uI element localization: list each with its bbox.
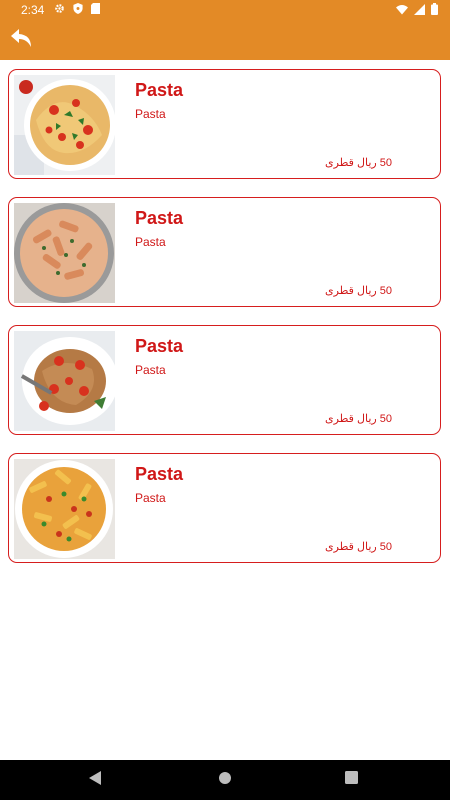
sd-card-icon [91,3,100,17]
product-title: Pasta [135,208,184,228]
product-subtitle: Pasta [135,363,166,377]
wifi-icon [396,4,408,18]
product-card[interactable]: Pasta Pasta 50 ريال قطرى [8,325,441,435]
product-price: 50 ريال قطرى [324,541,392,553]
signal-icon [414,3,425,18]
nav-home-button[interactable] [215,770,235,790]
product-card[interactable]: Pasta Pasta 50 ريال قطرى [8,197,441,307]
back-button[interactable] [8,26,36,54]
status-bar: 2:34 [0,0,450,20]
product-list: Pasta Pasta 50 ريال قطرى Pasta Pasta 50 … [8,69,441,581]
system-nav-bar [0,760,450,800]
battery-icon [431,3,438,18]
nav-back-button[interactable] [86,770,106,790]
product-title: Pasta [135,80,184,100]
nav-recents-button[interactable] [341,770,361,790]
product-title: Pasta [135,336,184,356]
product-image-penne [14,203,115,303]
product-image-penne-vegetable [14,459,115,559]
product-price: 50 ريال قطرى [324,413,392,425]
shield-icon [73,3,83,17]
gear-icon [54,3,65,17]
status-icons-right [396,3,438,18]
product-subtitle: Pasta [135,107,166,121]
product-image-spaghetti [14,75,115,175]
product-price: 50 ريال قطرى [324,157,392,169]
recents-square-icon [344,771,358,789]
app-bar [0,20,450,60]
product-subtitle: Pasta [135,235,166,249]
status-time: 2:34 [21,3,45,17]
product-card[interactable]: Pasta Pasta 50 ريال قطرى [8,69,441,179]
home-circle-icon [218,771,232,790]
reply-back-icon [11,28,33,52]
product-price: 50 ريال قطرى [324,285,392,297]
product-subtitle: Pasta [135,491,166,505]
back-triangle-icon [89,770,103,790]
status-icons-left [54,3,100,17]
product-card[interactable]: Pasta Pasta 50 ريال قطرى [8,453,441,563]
product-image-spaghetti-tomato [14,331,115,431]
product-title: Pasta [135,464,184,484]
